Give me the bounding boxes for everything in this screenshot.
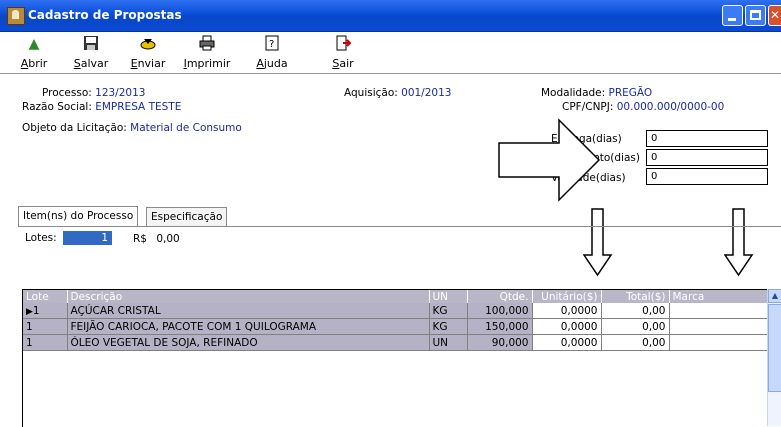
cpf-label: CPF/CNPJ: <box>562 101 614 113</box>
modalidade-line: Modalidade: PREGÃO <box>541 87 652 99</box>
processo-line: Processo: 123/2013 <box>42 87 145 99</box>
table-row[interactable]: ▶1 AÇÚCAR CRISTAL KG 100,000 0,0000 0,00 <box>23 303 770 319</box>
tab-itens-processo[interactable]: Item(ns) do Processo <box>18 206 139 227</box>
window-title: Cadastro de Propostas <box>28 8 182 22</box>
col-header[interactable]: Marca <box>669 290 770 303</box>
cell-marca[interactable] <box>669 303 770 319</box>
aquisicao-label: Aquisição: <box>344 87 398 99</box>
annotation-down-arrow-icon <box>583 208 613 277</box>
lotes-amount: 0,00 <box>156 233 180 245</box>
cell-unitario[interactable]: 0,0000 <box>532 334 602 351</box>
svg-text:?: ? <box>269 39 274 50</box>
cell-qtde[interactable]: 150,000 <box>467 318 533 335</box>
col-header[interactable]: Descrição <box>67 290 430 303</box>
col-header[interactable]: UN <box>429 290 468 303</box>
help-icon: ? <box>252 35 292 53</box>
annotation-down-arrow-icon <box>724 208 754 277</box>
lotes-label: Lotes: <box>25 232 57 244</box>
cell-unitario[interactable]: 0,0000 <box>532 303 602 319</box>
ajuda-button[interactable]: ? Ajuda <box>252 35 292 70</box>
cell-marca[interactable] <box>669 318 770 335</box>
cell-marca[interactable] <box>669 334 770 351</box>
cell-lote[interactable]: ▶1 <box>23 303 68 319</box>
cell-descricao[interactable]: ÓLEO VEGETAL DE SOJA, REFINADO <box>67 334 430 351</box>
app-icon <box>7 7 25 25</box>
items-grid[interactable]: Lote Descrição UN Qtde. Unitário($) Tota… <box>22 289 781 427</box>
objeto-label: Objeto da Licitação: <box>22 122 127 134</box>
cpf-line: CPF/CNPJ: 00.000.000/0000-00 <box>562 101 724 113</box>
send-icon <box>126 35 170 53</box>
cell-lote[interactable]: 1 <box>23 334 68 351</box>
cell-qtde[interactable]: 100,000 <box>467 303 533 319</box>
lotes-total: R$ 0,00 <box>133 233 180 245</box>
maximize-button[interactable] <box>745 5 766 26</box>
lotes-input[interactable]: 1 <box>63 231 112 245</box>
razao-value: EMPRESA TESTE <box>95 101 182 113</box>
printer-icon <box>179 35 235 53</box>
table-header: Lote Descrição UN Qtde. Unitário($) Tota… <box>23 290 770 303</box>
close-button[interactable] <box>768 5 781 26</box>
title-bar[interactable]: Cadastro de Propostas <box>0 0 781 32</box>
open-folder-icon: ▲ <box>28 36 40 52</box>
table-row[interactable]: 1 FEIJÃO CARIOCA, PACOTE COM 1 QUILOGRAM… <box>23 318 770 335</box>
cell-un[interactable]: KG <box>429 303 468 319</box>
tab-especificacao[interactable]: Especificação <box>146 207 228 226</box>
minimize-button[interactable] <box>722 5 743 26</box>
tab-divider <box>18 226 781 227</box>
modalidade-value: PREGÃO <box>608 87 653 99</box>
salvar-button[interactable]: Salvar <box>69 35 113 70</box>
abrir-button[interactable]: ▲ Abrir <box>14 35 54 70</box>
processo-label: Processo: <box>42 87 92 99</box>
col-header[interactable]: Unitário($) <box>532 290 602 303</box>
col-header[interactable]: Qtde. <box>467 290 533 303</box>
grid-vertical-scrollbar[interactable]: ▲ <box>767 289 781 426</box>
cell-un[interactable]: KG <box>429 318 468 335</box>
sair-button[interactable]: Sair <box>326 35 360 70</box>
razao-label: Razão Social: <box>22 101 92 113</box>
exit-door-icon <box>326 35 360 53</box>
scroll-thumb[interactable] <box>768 304 781 392</box>
razao-line: Razão Social: EMPRESA TESTE <box>22 101 181 113</box>
imprimir-button[interactable]: Imprimir <box>179 35 235 70</box>
col-header[interactable]: Lote <box>23 290 68 303</box>
current-row-indicator-icon: ▶ <box>26 306 33 317</box>
objeto-line: Objeto da Licitação: Material de Consumo <box>22 122 242 134</box>
cell-total[interactable]: 0,00 <box>601 334 670 351</box>
aquisicao-value: 001/2013 <box>401 87 452 99</box>
cell-descricao[interactable]: FEIJÃO CARIOCA, PACOTE COM 1 QUILOGRAMA <box>67 318 430 335</box>
cpf-value: 00.000.000/0000-00 <box>616 101 725 113</box>
toolbar: ▲ Abrir Salvar Enviar Imprimir ? Ajuda S… <box>0 32 781 72</box>
cell-lote[interactable]: 1 <box>23 318 68 335</box>
cell-total[interactable]: 0,00 <box>601 318 670 335</box>
cell-unitario[interactable]: 0,0000 <box>532 318 602 335</box>
scroll-up-icon[interactable]: ▲ <box>768 289 781 303</box>
aquisicao-line: Aquisição: 001/2013 <box>344 87 451 99</box>
pagamento-field[interactable]: 0 <box>646 149 768 166</box>
enviar-button[interactable]: Enviar <box>126 35 170 70</box>
entrega-field[interactable]: 0 <box>646 130 768 147</box>
processo-value: 123/2013 <box>95 87 146 99</box>
cell-total[interactable]: 0,00 <box>601 303 670 319</box>
validade-field[interactable]: 0 <box>646 168 768 185</box>
cell-un[interactable]: UN <box>429 334 468 351</box>
annotation-right-arrow-icon <box>498 118 601 202</box>
table-row[interactable]: 1 ÓLEO VEGETAL DE SOJA, REFINADO UN 90,0… <box>23 334 770 351</box>
col-header[interactable]: Total($) <box>601 290 670 303</box>
currency-symbol: R$ <box>133 233 147 245</box>
objeto-value: Material de Consumo <box>130 122 242 134</box>
modalidade-label: Modalidade: <box>541 87 606 99</box>
cell-qtde[interactable]: 90,000 <box>467 334 533 351</box>
cell-descricao[interactable]: AÇÚCAR CRISTAL <box>67 303 430 319</box>
toolbar-separator <box>0 73 781 74</box>
items-table: Lote Descrição UN Qtde. Unitário($) Tota… <box>23 290 770 351</box>
floppy-disk-icon <box>69 35 113 53</box>
